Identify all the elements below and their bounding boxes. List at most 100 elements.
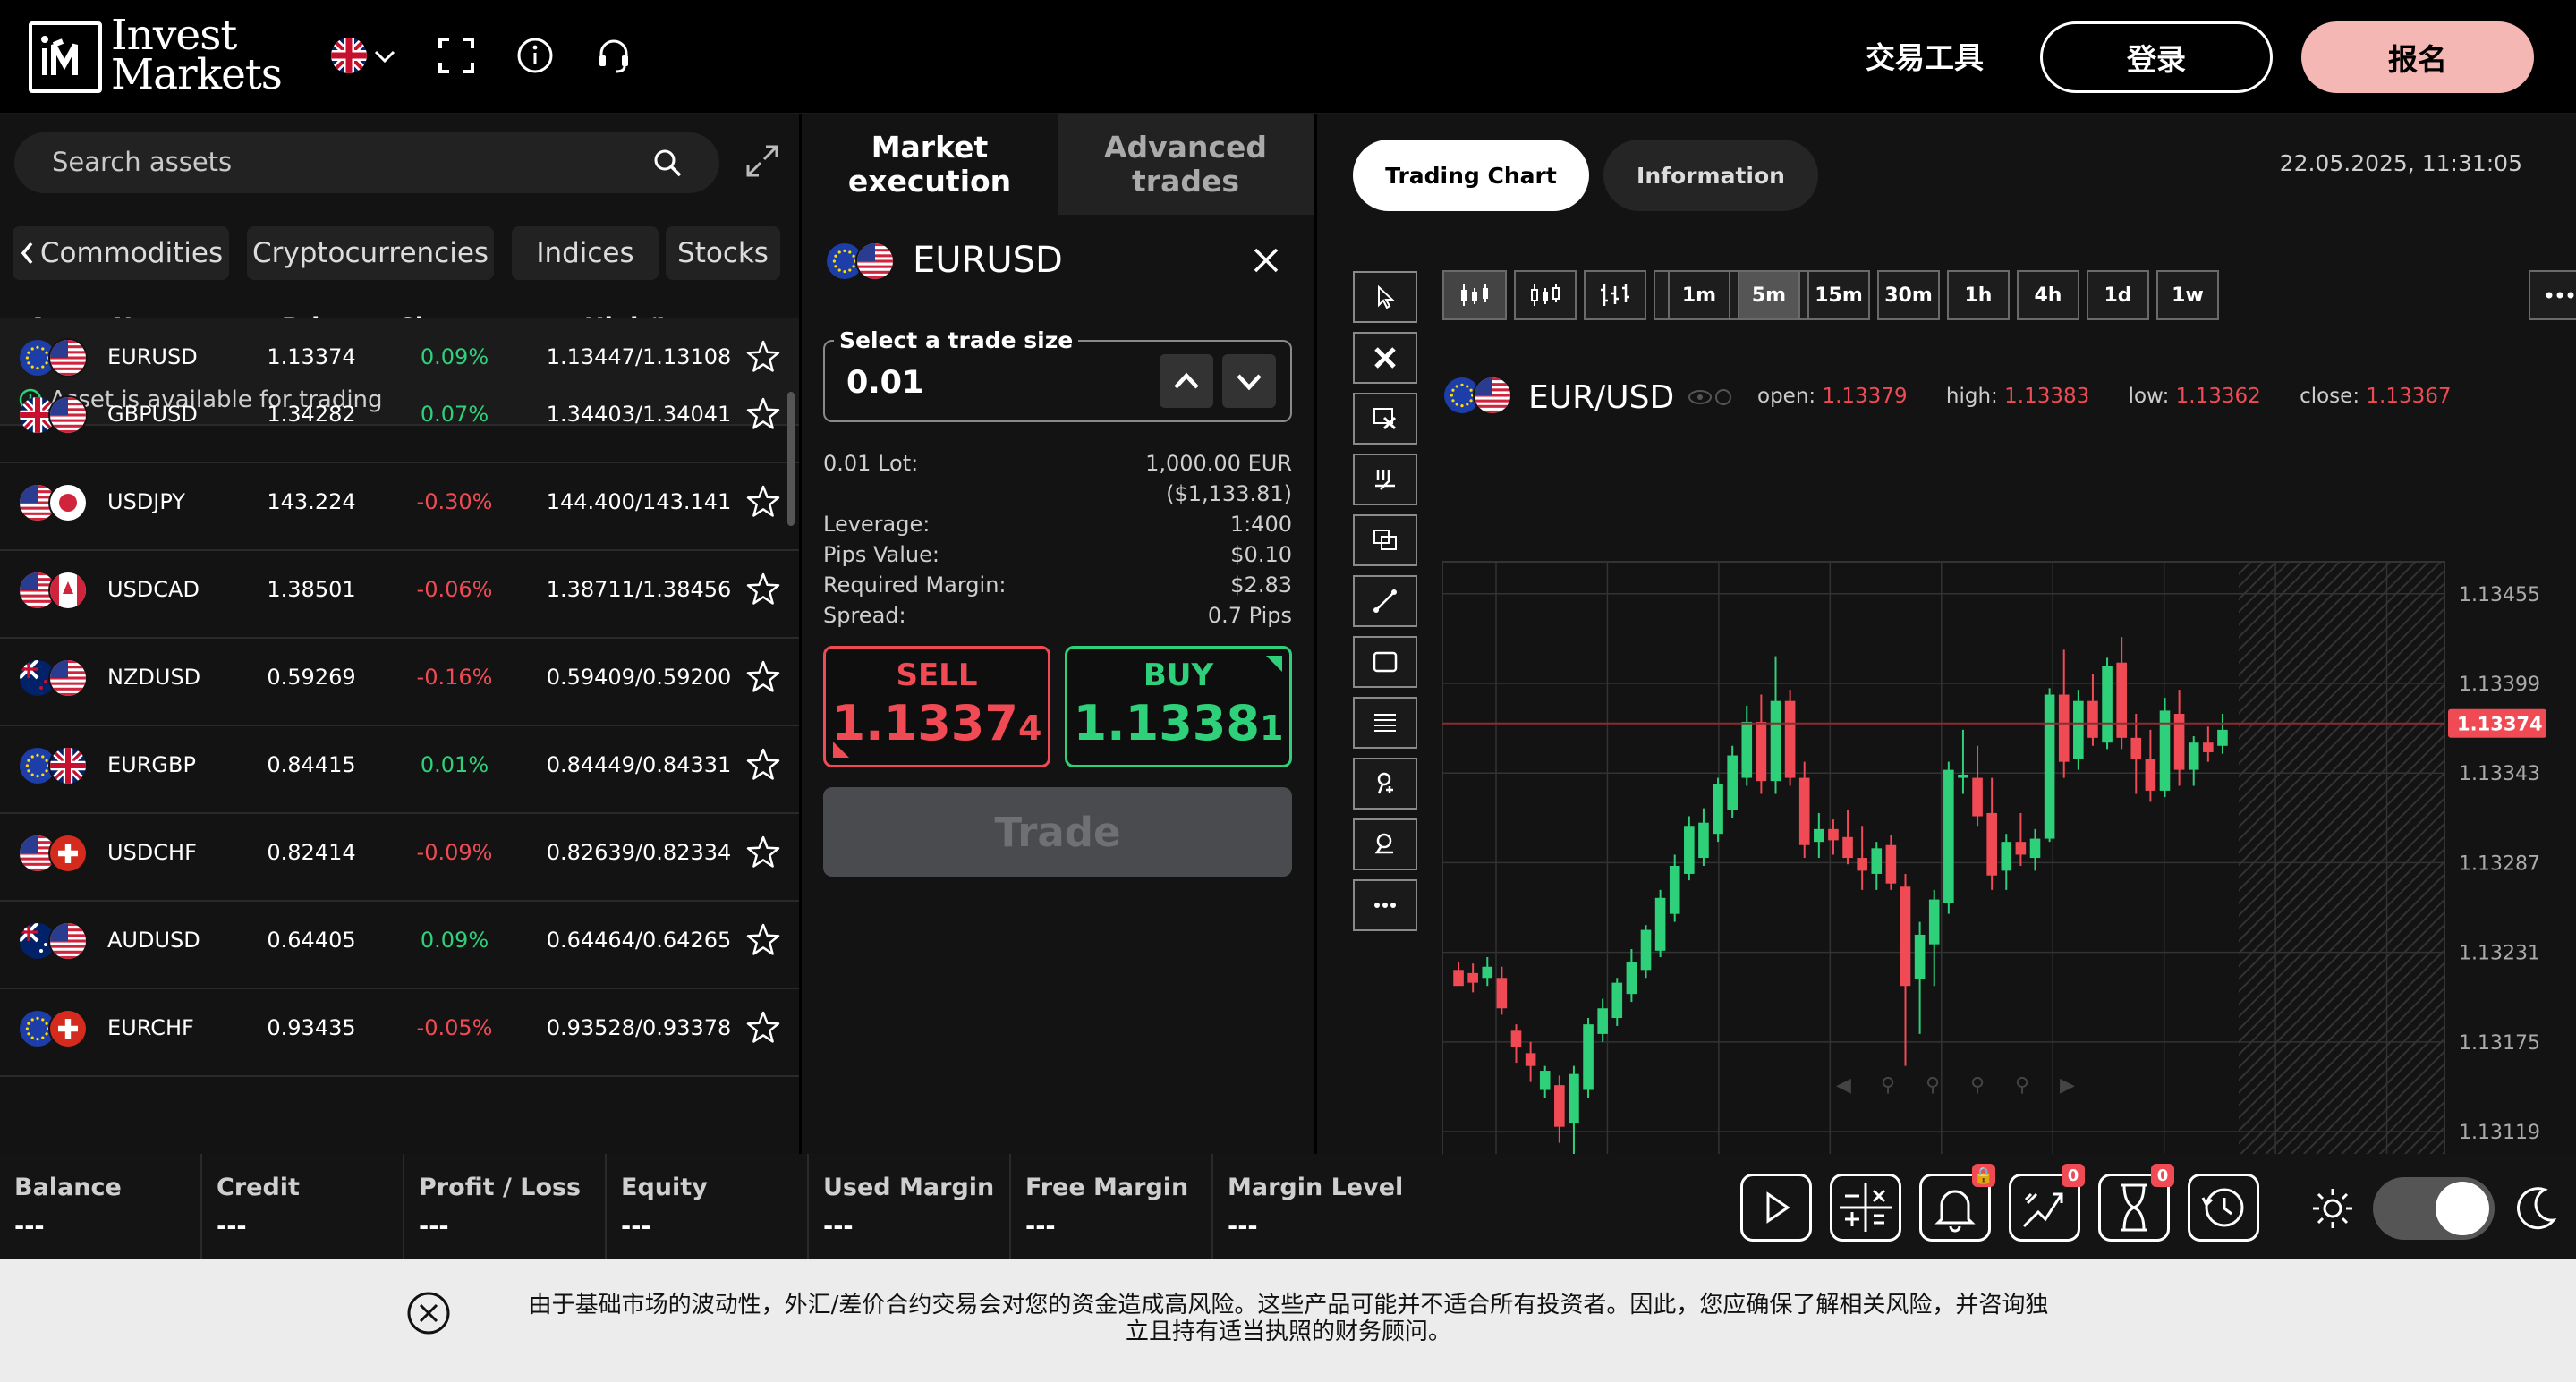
tab-advanced-trades[interactable]: Advanced trades — [1058, 114, 1314, 215]
annotation-tool[interactable] — [1353, 758, 1417, 810]
delete-drawings-tool[interactable] — [1353, 332, 1417, 384]
register-button[interactable]: 报名 — [2301, 21, 2534, 93]
alerts-button[interactable]: 🔒 — [1919, 1164, 1995, 1242]
support-headset-icon[interactable] — [594, 36, 633, 75]
asset-row-nzdusd[interactable]: NZDUSD 0.59269 -0.16% 0.59409/0.59200 — [0, 639, 799, 726]
timeframe-1h[interactable]: 1h — [1947, 270, 2010, 320]
fibonacci-tool[interactable] — [1353, 697, 1417, 749]
magnet-tool[interactable] — [1353, 454, 1417, 505]
timeframe-30m[interactable]: 30m — [1877, 270, 1940, 320]
info-icon[interactable] — [515, 36, 555, 75]
trade-size-field[interactable]: Select a trade size 0.01 — [823, 327, 1292, 422]
trading-tools-link[interactable]: 交易工具 — [1866, 34, 1984, 77]
category-cryptocurrencies[interactable]: Cryptocurrencies — [247, 226, 494, 280]
candle-body — [1611, 982, 1623, 1018]
tab-market-execution[interactable]: Market execution — [802, 114, 1058, 215]
candle-body — [1871, 848, 1883, 874]
search-box[interactable]: Search assets — [14, 132, 719, 193]
trend-line-tool[interactable] — [1353, 575, 1417, 627]
select-remove-tool[interactable] — [1353, 393, 1417, 445]
history-icon — [2201, 1188, 2244, 1227]
search-input[interactable]: Search assets — [52, 147, 232, 177]
visibility-icon[interactable] — [1688, 386, 1734, 408]
timeframe-15m[interactable]: 15m — [1807, 270, 1870, 320]
play-button[interactable] — [1740, 1174, 1812, 1242]
asset-row-audusd[interactable]: AUDUSD 0.64405 0.09% 0.64464/0.64265 — [0, 902, 799, 989]
asset-row-eurchf[interactable]: EURCHF 0.93435 -0.05% 0.93528/0.93378 — [0, 989, 799, 1077]
trade-button[interactable]: Trade — [823, 787, 1292, 877]
favorite-star-icon[interactable] — [744, 834, 782, 871]
asset-row-gbpusd[interactable]: GBPUSD 1.34282 0.07% 1.34403/1.34041 — [0, 376, 799, 463]
more-icon — [2546, 292, 2574, 299]
moon-icon[interactable] — [2511, 1183, 2561, 1233]
pending-orders-button[interactable]: 0 — [2098, 1164, 2174, 1242]
candle-body — [1510, 1030, 1522, 1047]
search-icon[interactable] — [651, 147, 684, 179]
theme-toggle[interactable] — [2373, 1177, 2495, 1240]
expand-icon[interactable] — [743, 141, 782, 181]
disclaimer-line1: 由于基础市场的波动性，外汇/差价合约交易会对您的资金造成高风险。这些产品可能并不… — [528, 1292, 2049, 1318]
candle-body — [1972, 777, 1983, 817]
asset-row-usdcad[interactable]: USDCAD 1.38501 -0.06% 1.38711/1.38456 — [0, 551, 799, 639]
logo-icon[interactable] — [29, 21, 102, 93]
favorite-star-icon[interactable] — [744, 483, 782, 521]
close-icon[interactable] — [1251, 245, 1281, 276]
cursor-tool[interactable] — [1353, 271, 1417, 323]
asset-row-usdjpy[interactable]: USDJPY 143.224 -0.30% 144.400/143.141 — [0, 463, 799, 551]
timeframe-5m[interactable]: 5m — [1738, 270, 1800, 320]
candle-body — [1842, 836, 1853, 859]
timeframe-4h[interactable]: 4h — [2017, 270, 2079, 320]
signals-button[interactable]: 0 — [2009, 1164, 2085, 1242]
chevron-down-icon[interactable] — [372, 36, 397, 75]
category-indices[interactable]: Indices — [512, 226, 659, 280]
tab-trading-chart[interactable]: Trading Chart — [1353, 140, 1589, 211]
scrollbar[interactable] — [787, 392, 795, 526]
candlestick-chart-button[interactable] — [1442, 270, 1507, 320]
tab-information[interactable]: Information — [1603, 140, 1818, 211]
candle-body — [1885, 844, 1897, 884]
buy-button[interactable]: BUY 1.13381 — [1065, 646, 1292, 767]
favorite-star-icon[interactable] — [744, 395, 782, 433]
candlestick-chart[interactable]: 1.13455 1.13399 1.13343 1.13287 1.13231 1.131… — [1442, 445, 2570, 1233]
decrease-size-button[interactable] — [1222, 354, 1276, 408]
calculator-button[interactable] — [1830, 1174, 1901, 1242]
increase-size-button[interactable] — [1160, 354, 1213, 408]
bar-chart-button[interactable] — [1584, 270, 1646, 320]
zoom-tool[interactable] — [1353, 818, 1417, 870]
rectangle-tool[interactable] — [1353, 636, 1417, 688]
lines-icon — [1374, 714, 1396, 732]
asset-name: AUDUSD — [107, 928, 200, 953]
candle-body — [1640, 929, 1652, 971]
uk-flag-language-icon[interactable] — [329, 36, 369, 75]
y-tick-label: 1.13119 — [2459, 1122, 2540, 1144]
timeframe-1m[interactable]: 1m — [1668, 270, 1730, 320]
fullscreen-icon[interactable] — [437, 36, 476, 75]
favorite-star-icon[interactable] — [744, 571, 782, 608]
more-options-button[interactable] — [2529, 270, 2576, 320]
timeframe-1d[interactable]: 1d — [2087, 270, 2149, 320]
hollow-candles-button[interactable] — [1514, 270, 1577, 320]
candle-body — [2203, 742, 2214, 752]
favorite-star-icon[interactable] — [744, 746, 782, 784]
category-stocks[interactable]: Stocks — [666, 226, 780, 280]
favorite-star-icon[interactable] — [744, 921, 782, 959]
zoom-icon — [1374, 833, 1393, 854]
clone-tool[interactable] — [1353, 514, 1417, 566]
asset-row-eurgbp[interactable]: EURGBP 0.84415 0.01% 0.84449/0.84331 — [0, 726, 799, 814]
history-button[interactable] — [2188, 1174, 2259, 1242]
brand-name[interactable]: Invest Markets — [111, 14, 283, 96]
login-button[interactable]: 登录 — [2040, 21, 2273, 93]
more-tools-button[interactable] — [1353, 879, 1417, 931]
asset-row-usdchf[interactable]: USDCHF 0.82414 -0.09% 0.82639/0.82334 — [0, 814, 799, 902]
category-commodities[interactable]: Commodities — [13, 226, 229, 280]
favorite-star-icon[interactable] — [744, 1009, 782, 1047]
favorite-star-icon[interactable] — [744, 338, 782, 376]
candle-body — [1727, 755, 1738, 810]
sun-icon[interactable] — [2310, 1186, 2355, 1231]
sell-button[interactable]: SELL 1.13374 — [823, 646, 1050, 767]
favorite-star-icon[interactable] — [744, 658, 782, 696]
spread-label: Spread: — [823, 603, 906, 628]
close-icon[interactable] — [405, 1290, 452, 1336]
timeframe-1w[interactable]: 1w — [2156, 270, 2219, 320]
trade-size-input[interactable]: 0.01 — [846, 365, 923, 401]
